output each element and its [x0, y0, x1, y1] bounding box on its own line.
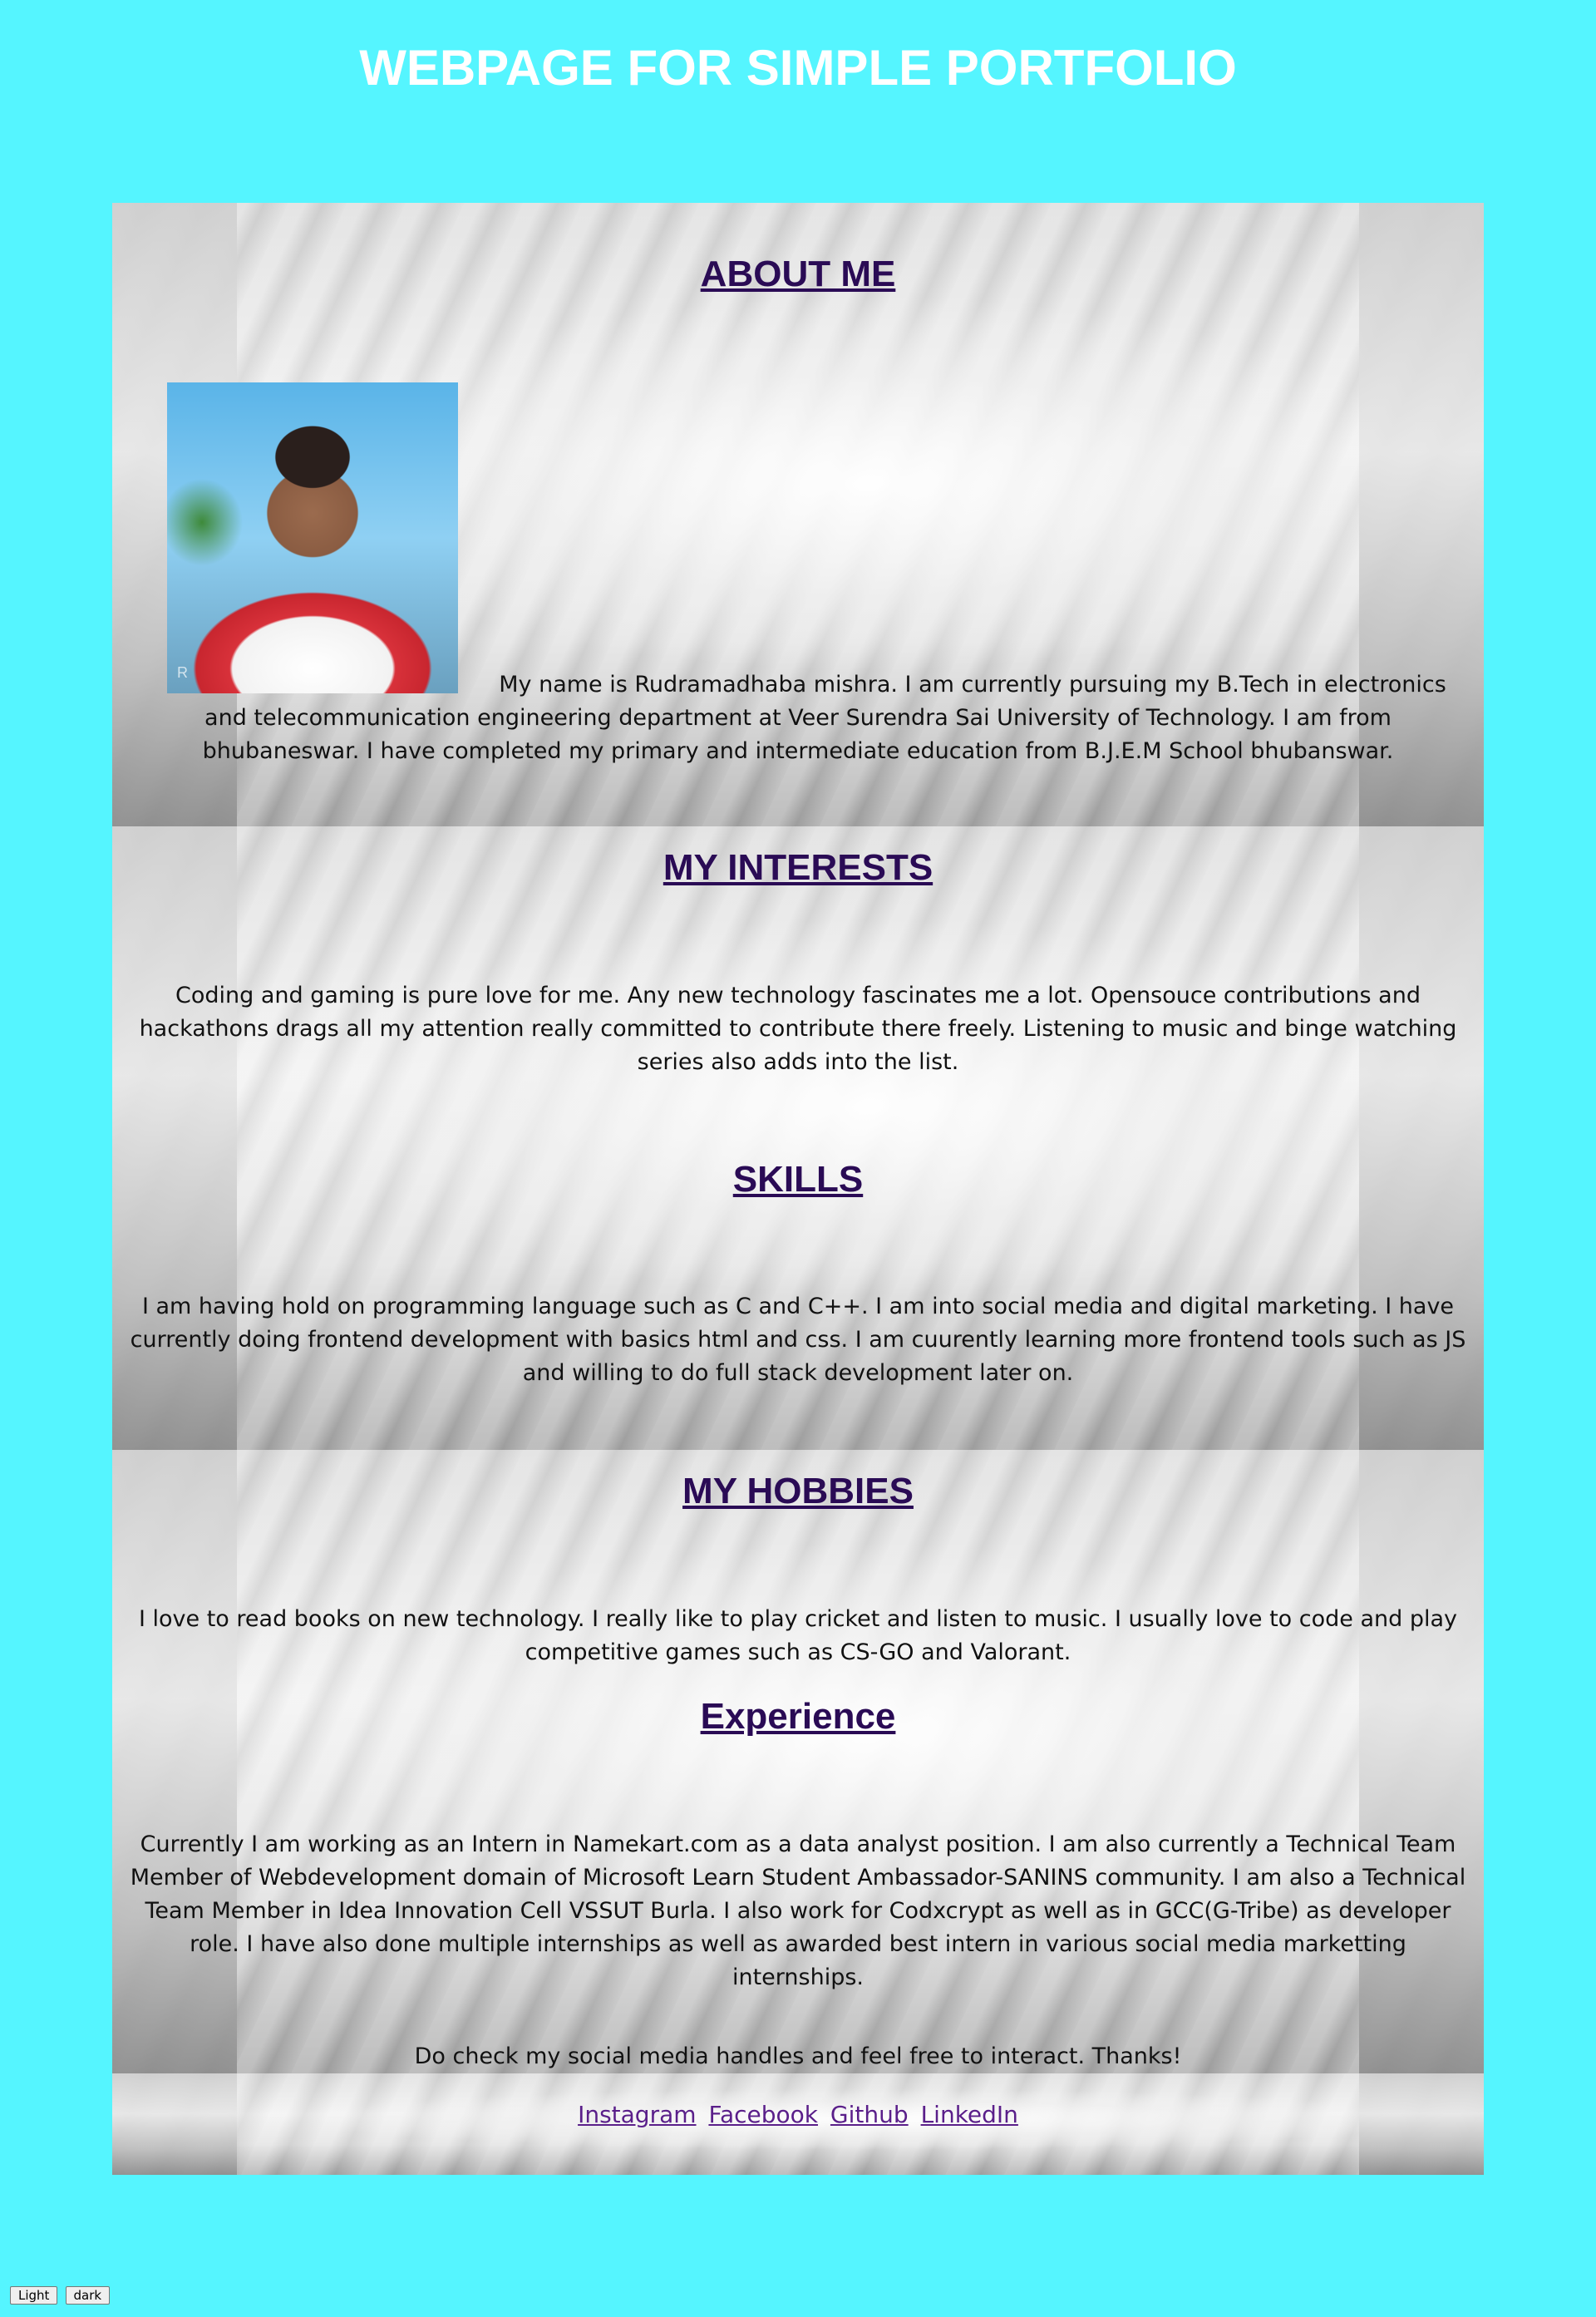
- closing-text: Do check my social media handles and fee…: [414, 2043, 1182, 2069]
- experience-heading: Experience: [700, 1696, 896, 1737]
- interests-skills-section: MY INTERESTS Coding and gaming is pure l…: [112, 826, 1484, 1450]
- about-heading: ABOUT ME: [700, 254, 896, 294]
- dark-theme-button[interactable]: dark: [65, 2286, 111, 2305]
- page-title: WEBPAGE FOR SIMPLE PORTFOLIO: [359, 40, 1237, 96]
- theme-switcher: Light dark: [10, 2286, 113, 2305]
- skills-text: I am having hold on programming language…: [130, 1294, 1466, 1386]
- hobbies-heading: MY HOBBIES: [682, 1471, 914, 1511]
- hobbies-text: I love to read books on new technology. …: [138, 1606, 1458, 1665]
- instagram-link[interactable]: Instagram: [578, 2101, 696, 2128]
- light-theme-button[interactable]: Light: [10, 2286, 58, 2305]
- footer-section: Instagram Facebook Github LinkedIn: [112, 2073, 1484, 2175]
- linkedin-link[interactable]: LinkedIn: [921, 2101, 1018, 2128]
- about-text: My name is Rudramadhaba mishra. I am cur…: [202, 672, 1446, 764]
- github-link[interactable]: Github: [830, 2101, 909, 2128]
- skills-heading: SKILLS: [732, 1159, 864, 1200]
- about-section: ABOUT ME R My name is Rudramadhaba mishr…: [112, 203, 1484, 826]
- profile-photo: R: [167, 382, 458, 693]
- social-links: Instagram Facebook Github LinkedIn: [112, 2098, 1484, 2132]
- facebook-link[interactable]: Facebook: [708, 2101, 818, 2128]
- experience-text: Currently I am working as an Intern in N…: [130, 1831, 1466, 1990]
- hobbies-experience-section: MY HOBBIES I love to read books on new t…: [112, 1450, 1484, 2073]
- interests-text: Coding and gaming is pure love for me. A…: [139, 983, 1457, 1075]
- interests-heading: MY INTERESTS: [663, 847, 933, 888]
